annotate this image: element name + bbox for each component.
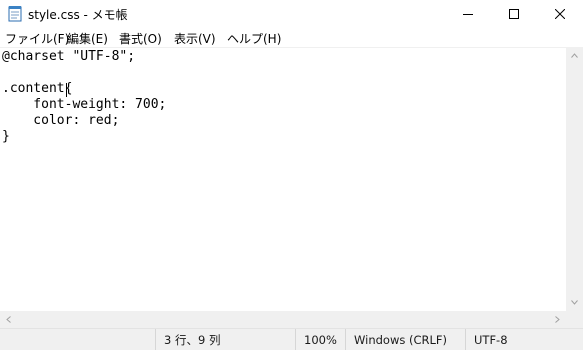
- editor-content[interactable]: @charset "UTF-8"; .content{ font-weight:…: [2, 49, 166, 145]
- menu-view[interactable]: 表示(V): [174, 30, 216, 47]
- zoom-level: 100%: [295, 329, 345, 350]
- minimize-icon: [463, 14, 473, 15]
- vertical-scrollbar[interactable]: [566, 47, 583, 311]
- menu-bar: ファイル(F) 編集(E) 書式(O) 表示(V) ヘルプ(H): [0, 28, 583, 47]
- close-button[interactable]: [537, 0, 583, 28]
- chevron-down-icon: [571, 300, 578, 305]
- close-icon: [555, 9, 565, 19]
- menu-help[interactable]: ヘルプ(H): [227, 30, 281, 47]
- maximize-icon: [509, 9, 519, 19]
- line-ending: Windows (CRLF): [345, 329, 465, 350]
- text-editor[interactable]: @charset "UTF-8"; .content{ font-weight:…: [0, 47, 566, 311]
- horizontal-scrollbar[interactable]: [0, 311, 566, 328]
- minimize-button[interactable]: [445, 0, 491, 28]
- cursor-position: 3 行、9 列: [155, 329, 295, 350]
- notepad-icon: [8, 6, 22, 22]
- title-bar: style.css - メモ帳: [0, 0, 583, 28]
- chevron-right-icon: [555, 316, 560, 323]
- status-bar: 3 行、9 列 100% Windows (CRLF) UTF-8: [0, 328, 583, 350]
- menu-edit[interactable]: 編集(E): [67, 30, 108, 47]
- scrollbar-corner: [566, 311, 583, 328]
- window-title: style.css - メモ帳: [28, 8, 128, 22]
- chevron-up-icon: [571, 53, 578, 58]
- chevron-left-icon: [6, 316, 11, 323]
- scroll-right-button[interactable]: [549, 311, 566, 328]
- menu-format[interactable]: 書式(O): [119, 30, 162, 47]
- scroll-left-button[interactable]: [0, 311, 17, 328]
- scroll-up-button[interactable]: [566, 47, 583, 64]
- menu-file[interactable]: ファイル(F): [5, 30, 69, 47]
- scroll-down-button[interactable]: [566, 294, 583, 311]
- text-caret: [66, 83, 67, 97]
- maximize-button[interactable]: [491, 0, 537, 28]
- encoding: UTF-8: [465, 329, 583, 350]
